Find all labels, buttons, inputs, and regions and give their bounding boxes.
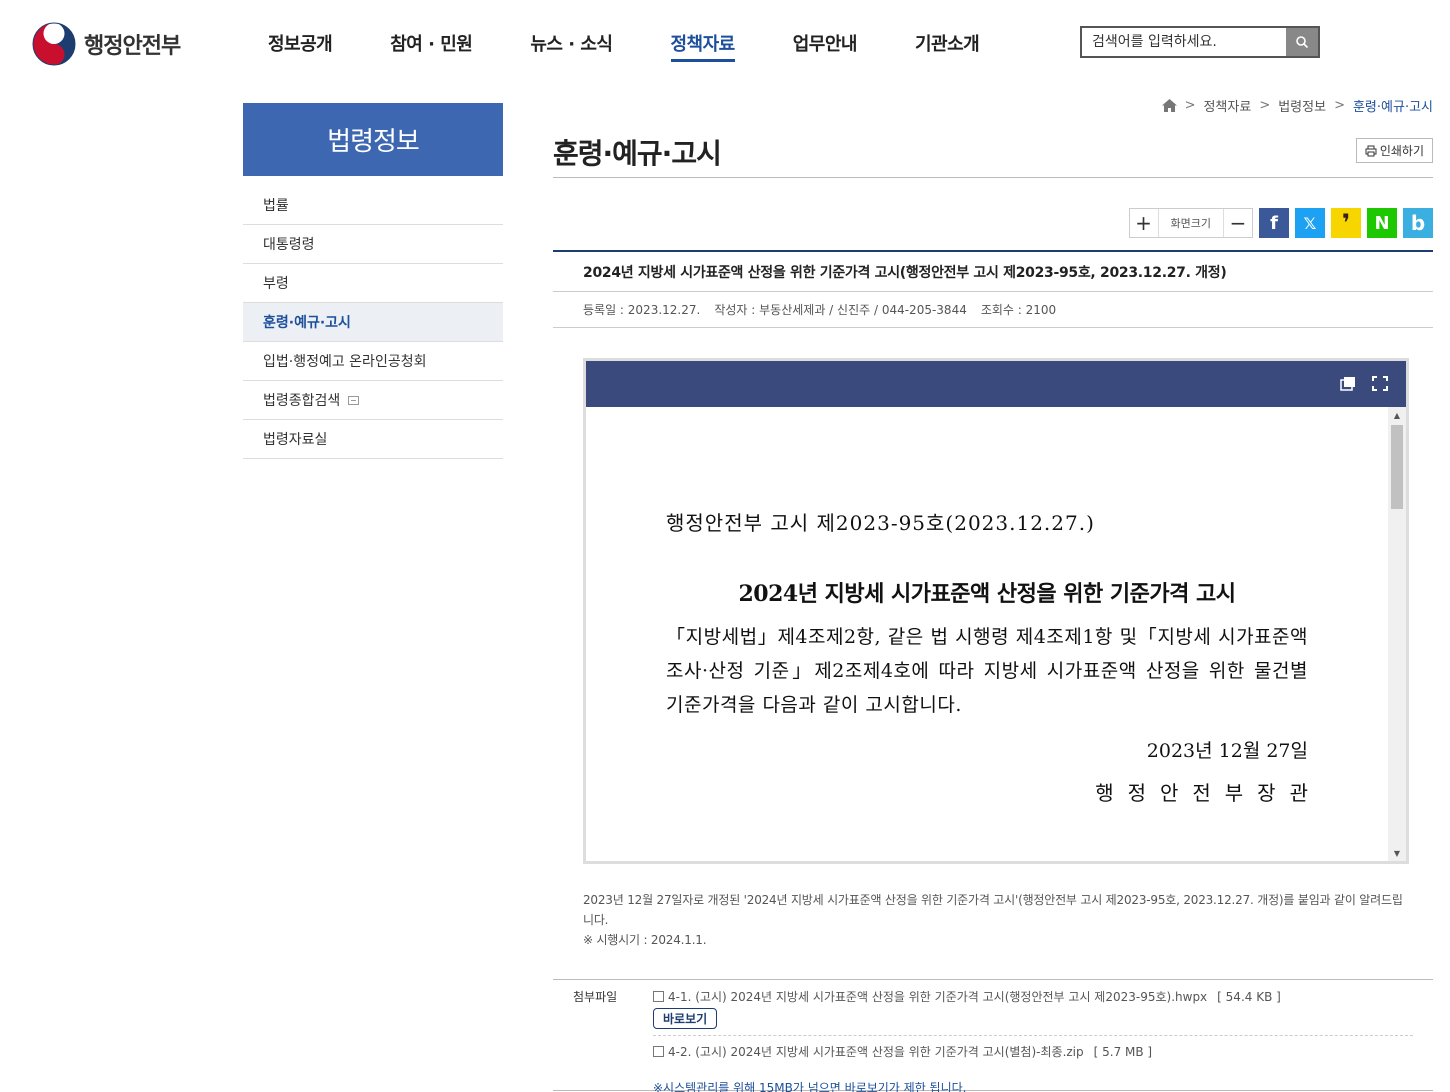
scroll-thumb[interactable]	[1391, 425, 1403, 509]
site-logo[interactable]: 행정안전부	[32, 22, 181, 66]
search-input[interactable]	[1082, 28, 1286, 56]
breadcrumb-current[interactable]: 훈령·예규·고시	[1353, 96, 1433, 115]
breadcrumb: > 정책자료 > 법령정보 > 훈령·예규·고시	[1161, 96, 1433, 115]
notice-document: 행정안전부 고시 제2023-95호(2023.12.27.) 2024년 지방…	[666, 507, 1308, 806]
attachment-divider	[653, 1035, 1413, 1036]
naver-share-button[interactable]: N	[1367, 208, 1397, 238]
sidebar-item-label: 부령	[263, 276, 289, 292]
attachment-item: 4-1. (고시) 2024년 지방세 시가표준액 산정을 위한 기준가격 고시…	[653, 988, 1413, 1005]
nav-item-work[interactable]: 업무안내	[793, 30, 858, 62]
breadcrumb-separator: >	[1334, 98, 1345, 113]
attachment-link[interactable]: 4-1. (고시) 2024년 지방세 시가표준액 산정을 위한 기준가격 고시…	[668, 988, 1207, 1005]
zoom-control: + 화면크기 −	[1128, 208, 1253, 238]
sidebar-item-ministerial-decree[interactable]: 부령	[243, 264, 503, 303]
sidebar-menu: 법률 대통령령 부령 훈령·예규·고시 입법·행정예고 온라인공청회 법령종합검…	[243, 186, 503, 459]
sidebar-item-legislative-notice[interactable]: 입법·행정예고 온라인공청회	[243, 342, 503, 381]
sidebar-title: 법령정보	[243, 103, 503, 176]
search-button[interactable]	[1286, 28, 1318, 56]
sidebar-item-label: 대통령령	[263, 237, 315, 253]
main-nav: 정보공개 참여 · 민원 뉴스 · 소식 정책자료 업무안내 기관소개	[268, 30, 1037, 62]
sidebar: 법령정보 법률 대통령령 부령 훈령·예규·고시 입법·행정예고 온라인공청회 …	[243, 103, 503, 459]
sidebar-item-law-archive[interactable]: 법령자료실	[243, 420, 503, 459]
preview-button[interactable]: 바로보기	[653, 1008, 718, 1029]
viewer-scrollbar[interactable]: ▲ ▼	[1388, 407, 1406, 861]
search-box	[1080, 26, 1320, 58]
document-date: 2023년 12월 27일	[1146, 740, 1308, 762]
sidebar-item-label: 법률	[263, 198, 289, 214]
attachments-section: 첨부파일 4-1. (고시) 2024년 지방세 시가표준액 산정을 위한 기준…	[553, 979, 1433, 1092]
effective-date: ※ 시행시기 : 2024.1.1.	[583, 933, 707, 947]
x-share-button[interactable]: 𝕏	[1295, 208, 1325, 238]
new-window-icon	[348, 395, 360, 405]
document-signature: 행정안전부장관	[1095, 781, 1322, 805]
search-icon	[1296, 36, 1309, 49]
breadcrumb-separator: >	[1259, 98, 1271, 113]
sidebar-item-label: 법령자료실	[263, 432, 328, 448]
home-icon[interactable]	[1161, 99, 1177, 112]
nav-item-policy[interactable]: 정책자료	[670, 30, 735, 62]
document-title: 2024년 지방세 시가표준액 산정을 위한 기준가격 고시	[738, 581, 1237, 607]
page-title: 훈령·예규·고시	[553, 137, 722, 170]
print-button[interactable]: 인쇄하기	[1355, 138, 1433, 163]
attachment-size: [ 54.4 KB ]	[1217, 989, 1281, 1004]
document-viewer: 행정안전부 고시 제2023-95호(2023.12.27.) 2024년 지방…	[583, 358, 1409, 864]
post-title: 2024년 지방세 시가표준액 산정을 위한 기준가격 고시(행정안전부 고시 …	[553, 250, 1433, 292]
scroll-up-icon[interactable]: ▲	[1388, 407, 1406, 423]
nav-item-about[interactable]: 기관소개	[915, 30, 980, 62]
breadcrumb-item[interactable]: 정책자료	[1203, 96, 1251, 115]
facebook-share-button[interactable]: f	[1259, 208, 1289, 238]
file-icon	[653, 991, 664, 1002]
logo-text: 행정안전부	[84, 34, 181, 59]
zoom-out-button[interactable]: −	[1224, 209, 1252, 237]
attachments-label: 첨부파일	[573, 990, 618, 1004]
sidebar-item-label: 법령종합검색	[263, 393, 341, 409]
new-window-icon[interactable]	[1340, 376, 1356, 391]
print-label: 인쇄하기	[1379, 144, 1424, 158]
viewer-toolbar	[586, 361, 1406, 407]
kakaostory-share-button[interactable]: ❜	[1331, 208, 1361, 238]
description-text: 2023년 12월 27일자로 개정된 '2024년 지방세 시가표준액 산정을…	[583, 893, 1403, 927]
attachment-size: [ 5.7 MB ]	[1093, 1044, 1153, 1059]
nav-item-info[interactable]: 정보공개	[268, 30, 333, 62]
post-description: 2023년 12월 27일자로 개정된 '2024년 지방세 시가표준액 산정을…	[583, 890, 1403, 950]
zoom-in-button[interactable]: +	[1130, 209, 1158, 237]
post-view-count: 조회수 : 2100	[980, 303, 1057, 317]
preview-limit-notice: ※시스템관리를 위해 15MB가 넘으면 바로보기가 제한 됩니다.	[653, 1081, 967, 1092]
title-divider	[553, 177, 1433, 178]
zoom-label: 화면크기	[1157, 209, 1224, 237]
document-body: 「지방세법」제4조제2항, 같은 법 시행령 제4조제1항 및「지방세 시가표준…	[666, 626, 1308, 716]
nav-item-news[interactable]: 뉴스 · 소식	[530, 30, 613, 62]
sidebar-item-label: 훈령·예규·고시	[263, 315, 351, 331]
scroll-down-icon[interactable]: ▼	[1388, 845, 1406, 861]
breadcrumb-item[interactable]: 법령정보	[1278, 96, 1326, 115]
site-header: 행정안전부 정보공개 참여 · 민원 뉴스 · 소식 정책자료 업무안내 기관소…	[0, 0, 1450, 90]
band-share-button[interactable]: b	[1403, 208, 1433, 238]
sidebar-item-label: 입법·행정예고 온라인공청회	[263, 354, 427, 370]
printer-icon	[1365, 145, 1377, 156]
sidebar-item-law-search[interactable]: 법령종합검색	[243, 381, 503, 420]
sidebar-item-presidential-decree[interactable]: 대통령령	[243, 225, 503, 264]
document-number: 행정안전부 고시 제2023-95호(2023.12.27.)	[666, 511, 1095, 535]
post-meta: 등록일 : 2023.12.27. 작성자 : 부동산세제과 / 신진주 / 0…	[553, 292, 1433, 328]
content-toolbar: + 화면크기 − f 𝕏 ❜ N b	[1128, 208, 1433, 238]
sidebar-item-law[interactable]: 법률	[243, 186, 503, 225]
file-icon	[653, 1046, 664, 1057]
post-author: 작성자 : 부동산세제과 / 신진주 / 044-205-3844	[714, 303, 967, 317]
taegeuk-logo-icon	[32, 22, 76, 66]
viewer-page: 행정안전부 고시 제2023-95호(2023.12.27.) 2024년 지방…	[586, 407, 1388, 861]
post-registered-date: 등록일 : 2023.12.27.	[583, 303, 701, 317]
attachment-item: 4-2. (고시) 2024년 지방세 시가표준액 산정을 위한 기준가격 고시…	[653, 1043, 1413, 1060]
attachment-link[interactable]: 4-2. (고시) 2024년 지방세 시가표준액 산정을 위한 기준가격 고시…	[668, 1043, 1084, 1060]
nav-item-participation[interactable]: 참여 · 민원	[390, 30, 473, 62]
sidebar-item-directives[interactable]: 훈령·예규·고시	[243, 303, 503, 342]
breadcrumb-separator: >	[1184, 98, 1196, 113]
attachment-list: 4-1. (고시) 2024년 지방세 시가표준액 산정을 위한 기준가격 고시…	[653, 988, 1413, 1092]
fullscreen-icon[interactable]	[1372, 376, 1388, 391]
